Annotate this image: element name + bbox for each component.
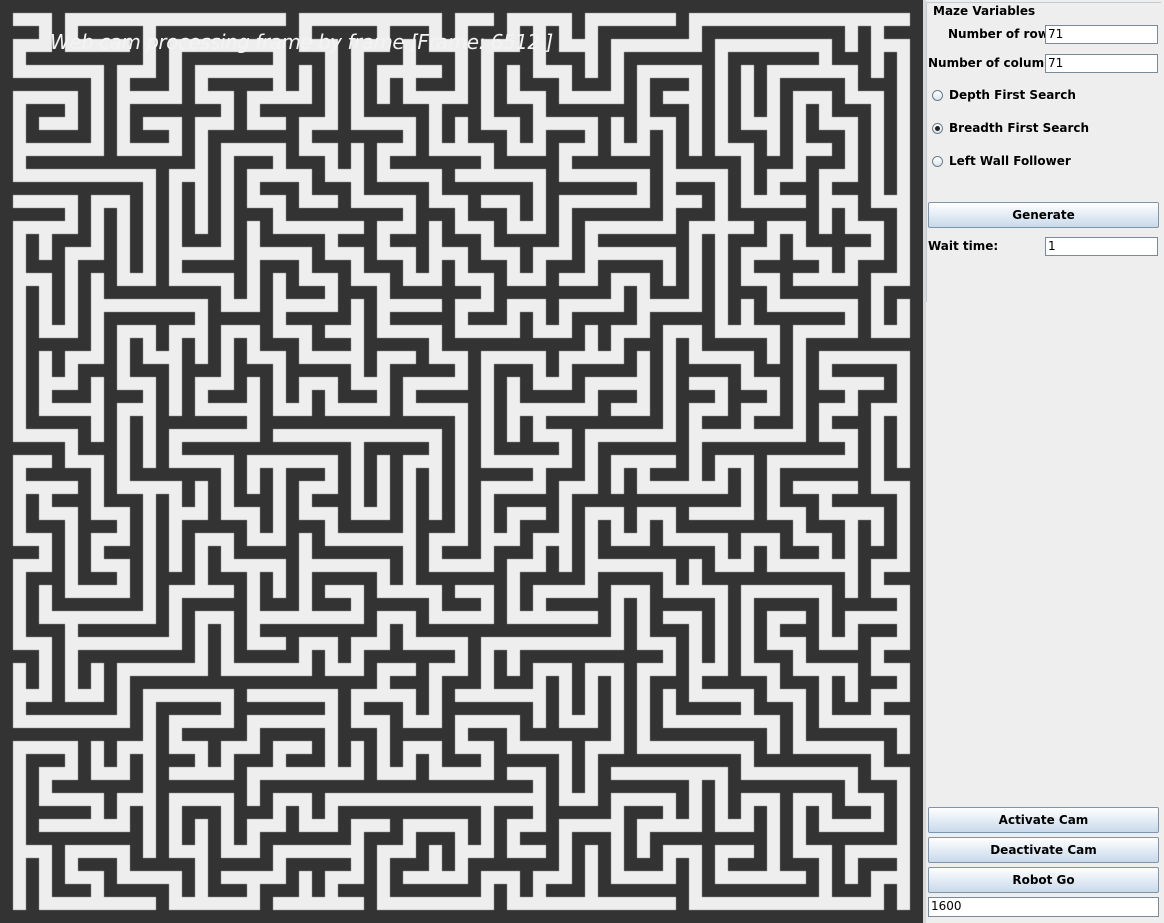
robot-go-button[interactable]: Robot Go xyxy=(928,867,1159,893)
maze-canvas xyxy=(0,0,923,923)
radio-left-wall-follower[interactable]: Left Wall Follower xyxy=(932,152,1071,170)
rows-label: Number of rows: xyxy=(948,27,1061,41)
radio-indicator[interactable] xyxy=(932,89,943,101)
activate-cam-button[interactable]: Activate Cam xyxy=(928,807,1159,833)
radio-indicator[interactable] xyxy=(932,122,943,134)
maze-variables-title: Maze Variables xyxy=(931,4,1038,18)
rows-input[interactable]: 71 xyxy=(1045,25,1158,44)
wait-time-label: Wait time: xyxy=(928,239,999,253)
radio-label: Left Wall Follower xyxy=(949,154,1071,168)
radio-label: Depth First Search xyxy=(949,88,1076,102)
generate-button[interactable]: Generate xyxy=(928,202,1159,228)
wait-time-input[interactable]: 1 xyxy=(1045,237,1158,256)
webcam-frame-overlay-text: Web cam processing frame by frame [Frame… xyxy=(50,30,553,54)
radio-indicator[interactable] xyxy=(932,155,943,167)
radio-depth-first-search[interactable]: Depth First Search xyxy=(932,86,1076,104)
control-panel: Maze Variables Number of rows: 71 Number… xyxy=(926,0,1164,923)
radio-label: Breadth First Search xyxy=(949,121,1090,135)
columns-input[interactable]: 71 xyxy=(1045,54,1158,73)
robot-value-input[interactable]: 1600 xyxy=(928,897,1159,917)
maze-view: Web cam processing frame by frame [Frame… xyxy=(0,0,923,923)
radio-breadth-first-search[interactable]: Breadth First Search xyxy=(932,119,1089,137)
deactivate-cam-button[interactable]: Deactivate Cam xyxy=(928,837,1159,863)
